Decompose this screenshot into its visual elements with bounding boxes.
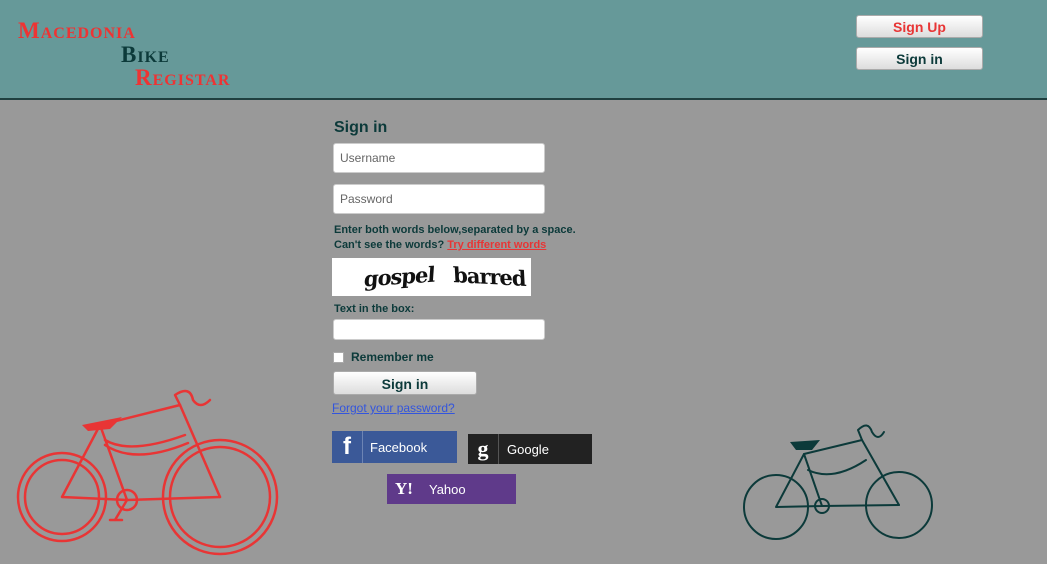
captcha-answer-input[interactable]	[333, 319, 545, 340]
teal-bicycle-icon	[743, 424, 933, 540]
google-icon: g	[468, 434, 499, 464]
captcha-instruction-text: Enter both words below,separated by a sp…	[334, 224, 576, 236]
password-input[interactable]	[333, 184, 545, 214]
sign-up-button[interactable]: Sign Up	[856, 15, 983, 38]
logo-word-macedonia: Macedonia	[18, 18, 136, 43]
facebook-login-button[interactable]: f Facebook	[332, 431, 457, 463]
facebook-label: Facebook	[370, 439, 428, 455]
captcha-cant-see-text: Can't see the words?	[334, 239, 445, 251]
username-input[interactable]	[333, 143, 545, 173]
try-different-words-link[interactable]: Try different words	[447, 239, 546, 251]
captcha-word-1: gospel	[363, 261, 436, 292]
yahoo-login-button[interactable]: Y! Yahoo	[387, 474, 516, 504]
captcha-textbox-label: Text in the box:	[334, 303, 415, 315]
captcha-instructions: Enter both words below,separated by a sp…	[334, 223, 576, 253]
captcha-help-line: Can't see the words? Try different words	[334, 238, 576, 253]
sign-in-heading: Sign in	[334, 119, 388, 136]
forgot-password-link[interactable]: Forgot your password?	[332, 401, 455, 415]
header-sign-in-button[interactable]: Sign in	[856, 47, 983, 70]
facebook-icon: f	[332, 431, 363, 463]
yahoo-icon: Y!	[395, 479, 413, 498]
google-label: Google	[507, 441, 549, 457]
logo-word-registar: Registar	[135, 65, 231, 90]
google-login-button[interactable]: g Google	[468, 434, 592, 464]
remember-me-label[interactable]: Remember me	[351, 350, 434, 364]
yahoo-label: Yahoo	[429, 481, 466, 497]
site-header: Macedonia Bike Registar Sign Up Sign in	[0, 0, 1047, 100]
captcha-word-2: barred	[451, 262, 526, 291]
red-bicycle-icon	[16, 389, 279, 556]
remember-me-checkbox[interactable]	[333, 352, 344, 363]
sign-in-submit-button[interactable]: Sign in	[333, 371, 477, 395]
captcha-image: gospel barred	[332, 258, 531, 296]
captcha-words: gospel barred	[363, 261, 526, 292]
